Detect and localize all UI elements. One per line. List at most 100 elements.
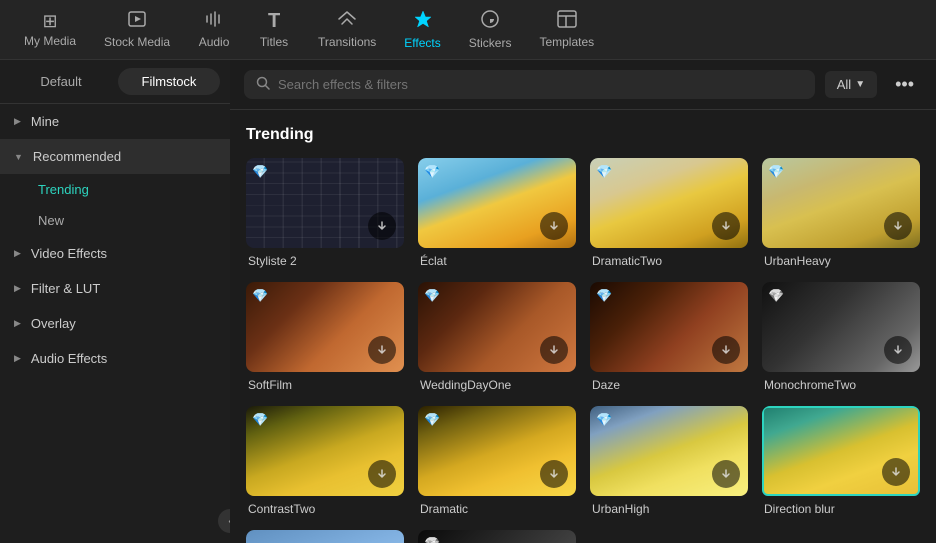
transitions-icon (337, 10, 357, 31)
effect-card-weddingdayone[interactable]: 💎 WeddingDayOne (418, 282, 576, 392)
gem-icon-weddingdayone: 💎 (424, 288, 440, 304)
effect-name-styliste2: Styliste 2 (246, 254, 404, 268)
filter-label: All (837, 77, 851, 92)
nav-stickers-label: Stickers (469, 36, 512, 50)
effect-name-urbanheavy: UrbanHeavy (762, 254, 920, 268)
sidebar-item-audio-effects[interactable]: Audio Effects (0, 341, 230, 376)
search-input[interactable] (278, 77, 803, 92)
recommended-chevron-icon (14, 152, 23, 162)
tab-default[interactable]: Default (10, 68, 112, 95)
sidebar-item-mine-label: Mine (31, 114, 59, 129)
sidebar-item-overlay[interactable]: Overlay (0, 306, 230, 341)
nav-stickers[interactable]: Stickers (455, 3, 526, 56)
download-btn-styliste2[interactable] (368, 212, 396, 240)
effect-thumb-softfilm: 💎 (246, 282, 404, 372)
effect-card-eclat[interactable]: 💎 Éclat (418, 158, 576, 268)
effect-name-urbanhigh: UrbanHigh (590, 502, 748, 516)
sidebar-item-filter-lut-label: Filter & LUT (31, 281, 100, 296)
effect-name-dramatictwo: DramaticTwo (590, 254, 748, 268)
effect-card-styliste2[interactable]: 💎 Styliste 2 (246, 158, 404, 268)
nav-titles-label: Titles (260, 35, 288, 49)
download-btn-direction-blur[interactable] (882, 458, 910, 486)
gem-icon-softfilm: 💎 (252, 288, 268, 304)
download-btn-daze[interactable] (712, 336, 740, 364)
download-btn-urbanheavy[interactable] (884, 212, 912, 240)
effect-thumb-styliste2: 💎 (246, 158, 404, 248)
effect-thumb-weddingdayone: 💎 (418, 282, 576, 372)
effect-thumb-dramatic: 💎 (418, 406, 576, 496)
my-media-icon: ⊞ (42, 12, 57, 30)
filter-chevron-icon: ▼ (855, 79, 865, 90)
sidebar-subitem-new[interactable]: New (0, 205, 230, 236)
gem-icon-contrasttwo: 💎 (252, 412, 268, 428)
effect-name-weddingdayone: WeddingDayOne (418, 378, 576, 392)
effect-card-extra2[interactable]: 💎 (418, 530, 576, 543)
nav-titles[interactable]: T Titles (244, 5, 304, 55)
sidebar-subitem-trending[interactable]: Trending (0, 174, 230, 205)
effect-thumb-dramatictwo: 💎 (590, 158, 748, 248)
sidebar-item-audio-effects-label: Audio Effects (31, 351, 107, 366)
top-navigation: ⊞ My Media Stock Media Audio T Titles (0, 0, 936, 60)
gem-icon-urbanheavy: 💎 (768, 164, 784, 180)
sidebar-item-recommended-label: Recommended (33, 149, 121, 164)
sidebar-item-filter-lut[interactable]: Filter & LUT (0, 271, 230, 306)
sidebar-subitem-new-label: New (38, 213, 64, 228)
more-options-button[interactable]: ••• (887, 70, 922, 99)
sidebar-item-overlay-label: Overlay (31, 316, 76, 331)
section-title: Trending (246, 126, 920, 144)
effect-card-dramatic[interactable]: 💎 Dramatic (418, 406, 576, 516)
sidebar-item-mine[interactable]: Mine (0, 104, 230, 139)
titles-icon: T (268, 11, 280, 31)
download-btn-monochrome[interactable] (884, 336, 912, 364)
effects-icon (413, 9, 433, 32)
search-bar: All ▼ ••• (230, 60, 936, 110)
stickers-icon (480, 9, 500, 32)
effect-card-contrasttwo[interactable]: 💎 ContrastTwo (246, 406, 404, 516)
filter-lut-chevron-icon (14, 283, 21, 294)
effect-card-urbanhigh[interactable]: 💎 UrbanHigh (590, 406, 748, 516)
nav-audio[interactable]: Audio (184, 4, 244, 55)
effect-name-direction-blur: Direction blur (762, 502, 920, 516)
sidebar-subitem-trending-label: Trending (38, 182, 89, 197)
effect-name-daze: Daze (590, 378, 748, 392)
video-effects-chevron-icon (14, 248, 21, 259)
gem-icon-extra2: 💎 (424, 536, 440, 543)
filter-button[interactable]: All ▼ (825, 71, 877, 98)
nav-templates[interactable]: Templates (525, 4, 608, 55)
effect-name-eclat: Éclat (418, 254, 576, 268)
effect-thumb-extra1 (246, 530, 404, 543)
effect-card-urbanheavy[interactable]: 💎 UrbanHeavy (762, 158, 920, 268)
sidebar-item-recommended[interactable]: Recommended (0, 139, 230, 174)
tab-filmstock[interactable]: Filmstock (118, 68, 220, 95)
nav-stock-media[interactable]: Stock Media (90, 4, 184, 55)
effect-card-daze[interactable]: 💎 Daze (590, 282, 748, 392)
effect-card-monochrome-two[interactable]: 💎 MonochromeTwo (762, 282, 920, 392)
download-btn-softfilm[interactable] (368, 336, 396, 364)
nav-effects[interactable]: Effects (390, 3, 454, 56)
download-btn-dramatictwo[interactable] (712, 212, 740, 240)
effect-thumb-contrasttwo: 💎 (246, 406, 404, 496)
effect-card-extra1[interactable] (246, 530, 404, 543)
sidebar-item-video-effects[interactable]: Video Effects (0, 236, 230, 271)
nav-my-media[interactable]: ⊞ My Media (10, 6, 90, 54)
more-options-icon: ••• (895, 74, 914, 94)
effect-thumb-daze: 💎 (590, 282, 748, 372)
sidebar-item-video-effects-label: Video Effects (31, 246, 107, 261)
nav-transitions[interactable]: Transitions (304, 4, 390, 55)
download-btn-eclat[interactable] (540, 212, 568, 240)
download-btn-contrasttwo[interactable] (368, 460, 396, 488)
download-btn-dramatic[interactable] (540, 460, 568, 488)
effect-card-direction-blur[interactable]: Direction blur (762, 406, 920, 516)
nav-audio-label: Audio (199, 35, 230, 49)
effect-name-softfilm: SoftFilm (246, 378, 404, 392)
sidebar-collapse-button[interactable]: ‹ (218, 509, 230, 533)
effect-card-softfilm[interactable]: 💎 SoftFilm (246, 282, 404, 392)
effect-thumb-direction-blur (762, 406, 920, 496)
download-btn-weddingdayone[interactable] (540, 336, 568, 364)
search-input-container (244, 70, 815, 99)
effect-name-contrasttwo: ContrastTwo (246, 502, 404, 516)
effect-card-dramatictwo[interactable]: 💎 DramaticTwo (590, 158, 748, 268)
download-btn-urbanhigh[interactable] (712, 460, 740, 488)
mine-chevron-icon (14, 116, 21, 127)
gem-icon-eclat: 💎 (424, 164, 440, 180)
